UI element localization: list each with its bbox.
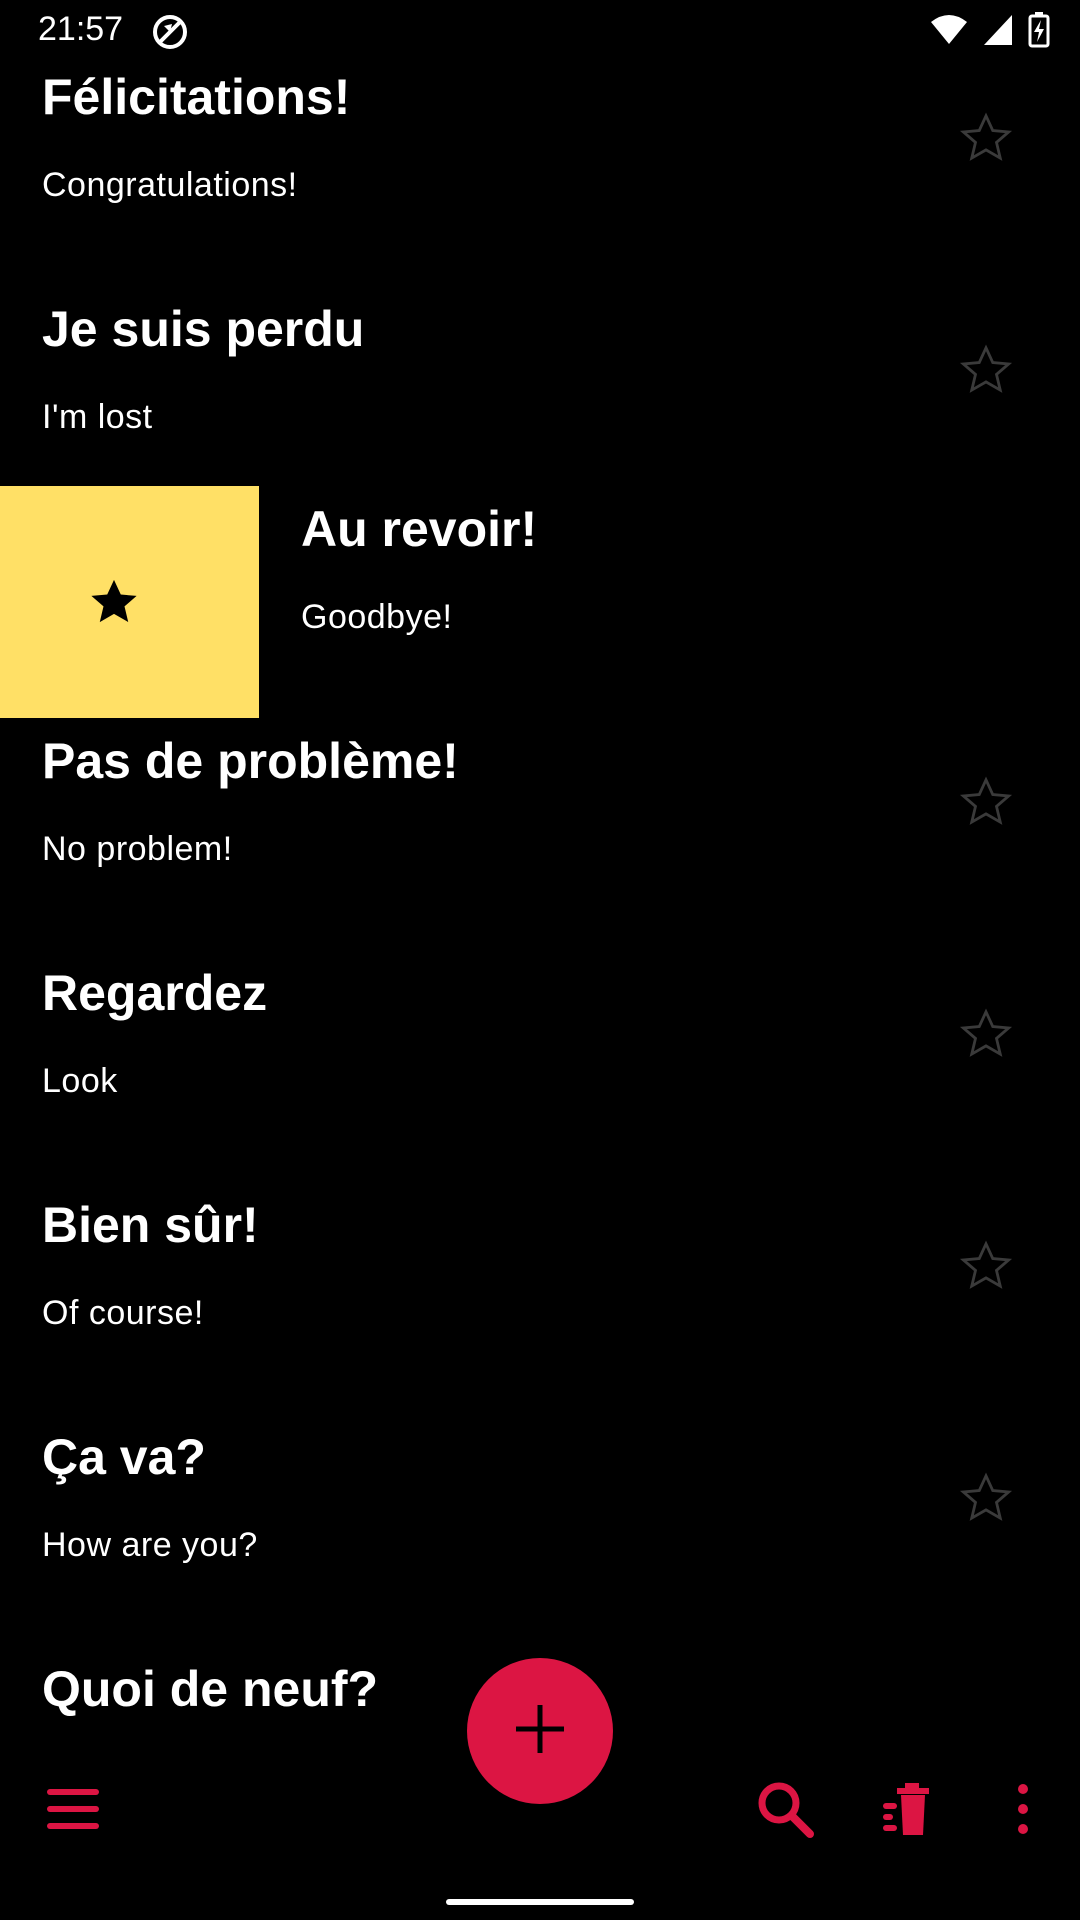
star-outline-icon[interactable] (958, 1470, 1014, 1526)
list-item[interactable]: Je suis perdu I'm lost (0, 286, 1080, 518)
wifi-icon (930, 14, 968, 51)
search-icon (755, 1779, 815, 1844)
menu-icon (45, 1785, 101, 1838)
menu-button[interactable] (40, 1778, 106, 1844)
status-bar: 21:57 (0, 0, 1080, 64)
delete-sweep-button[interactable] (878, 1778, 944, 1844)
delete-sweep-icon (881, 1781, 941, 1842)
star-outline-icon[interactable] (958, 1238, 1014, 1294)
list-item-swiped[interactable]: Au revoir! Goodbye! (0, 486, 1080, 718)
star-outline-icon[interactable] (958, 774, 1014, 830)
home-indicator[interactable] (446, 1899, 634, 1905)
list-item[interactable]: Ça va? How are you? (0, 1414, 1080, 1646)
star-outline-icon[interactable] (958, 1006, 1014, 1062)
search-button[interactable] (752, 1778, 818, 1844)
translation-text: Of course! (42, 1294, 204, 1332)
more-vert-icon (1013, 1783, 1033, 1840)
phrase-text: Quoi de neuf? (42, 1661, 379, 1717)
phrase-text: Ça va? (42, 1429, 206, 1485)
list-item[interactable]: Bien sûr! Of course! (0, 1182, 1080, 1414)
phrase-list[interactable]: Félicitations! Congratulations! Je suis … (0, 54, 1080, 1730)
phrase-text: Regardez (42, 965, 268, 1021)
translation-text: Congratulations! (42, 166, 298, 204)
phrase-text: Au revoir! (301, 501, 538, 557)
phrase-text: Pas de problème! (42, 733, 459, 789)
list-item[interactable]: Pas de problème! No problem! (0, 718, 1080, 950)
add-icon (512, 1701, 568, 1762)
list-item[interactable]: Félicitations! Congratulations! (0, 54, 1080, 286)
more-options-button[interactable] (990, 1778, 1056, 1844)
list-item[interactable]: Regardez Look (0, 950, 1080, 1182)
status-time: 21:57 (38, 10, 124, 48)
translation-text: Look (42, 1062, 118, 1100)
translation-text: How are you? (42, 1526, 258, 1564)
star-outline-icon[interactable] (958, 110, 1014, 166)
sync-icon (150, 12, 190, 52)
star-outline-icon[interactable] (958, 342, 1014, 398)
favorite-swipe-action[interactable] (0, 486, 259, 718)
phrase-text: Je suis perdu (42, 301, 365, 357)
signal-icon (982, 13, 1014, 52)
translation-text: I'm lost (42, 398, 153, 436)
translation-text: No problem! (42, 830, 233, 868)
status-icons (930, 12, 1050, 53)
translation-text: Goodbye! (301, 598, 453, 636)
star-filled-icon (86, 574, 142, 630)
add-phrase-button[interactable] (467, 1658, 613, 1804)
battery-charging-icon (1028, 12, 1050, 53)
phrase-text: Félicitations! (42, 69, 351, 125)
phrase-text: Bien sûr! (42, 1197, 259, 1253)
